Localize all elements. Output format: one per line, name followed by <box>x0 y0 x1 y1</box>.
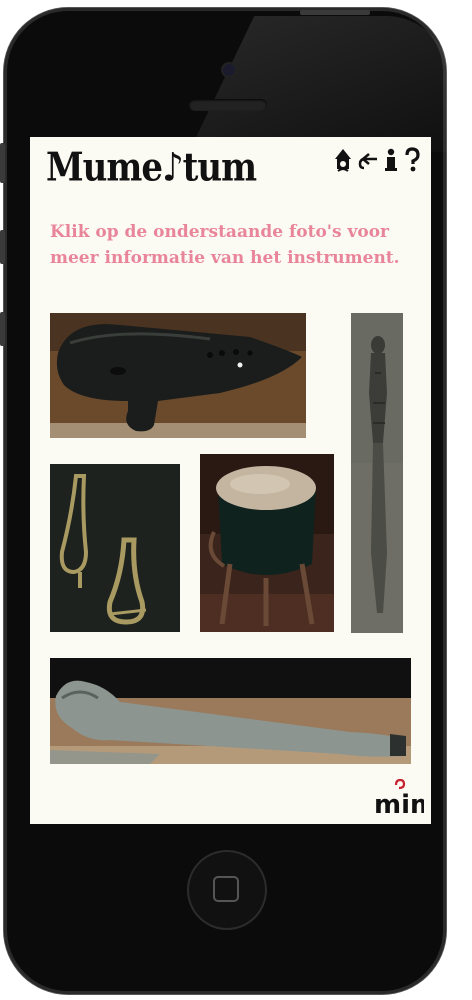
top-nav <box>333 147 421 177</box>
volume-up-button <box>0 230 5 264</box>
carved-staff-photo[interactable] <box>351 313 403 633</box>
mute-switch <box>0 143 5 183</box>
jaw-harps-photo[interactable] <box>50 464 180 632</box>
mim-swirl-icon <box>394 778 406 790</box>
earpiece-speaker <box>189 99 267 111</box>
back-icon[interactable] <box>357 147 379 177</box>
mim-logo[interactable]: mim <box>372 778 431 820</box>
home-button-icon <box>213 876 239 902</box>
intro-text: Klik op de onderstaande foto's voor meer… <box>50 222 400 268</box>
home-button[interactable] <box>187 850 267 930</box>
info-icon[interactable] <box>383 147 399 177</box>
front-camera <box>223 64 235 76</box>
app-logo[interactable]: Mume♪tum <box>46 142 257 195</box>
ocarina-photo[interactable] <box>50 313 306 438</box>
power-button <box>300 10 370 15</box>
mim-logo-text: mim <box>374 790 424 819</box>
phone-glare <box>189 16 450 152</box>
help-icon[interactable] <box>403 147 421 177</box>
volume-down-button <box>0 312 5 346</box>
app-screen: Mume♪tum Klik op de onderstaande foto's … <box>30 137 431 824</box>
horn-photo[interactable] <box>50 658 411 764</box>
home-icon[interactable] <box>333 147 353 177</box>
drum-photo[interactable] <box>200 454 334 632</box>
